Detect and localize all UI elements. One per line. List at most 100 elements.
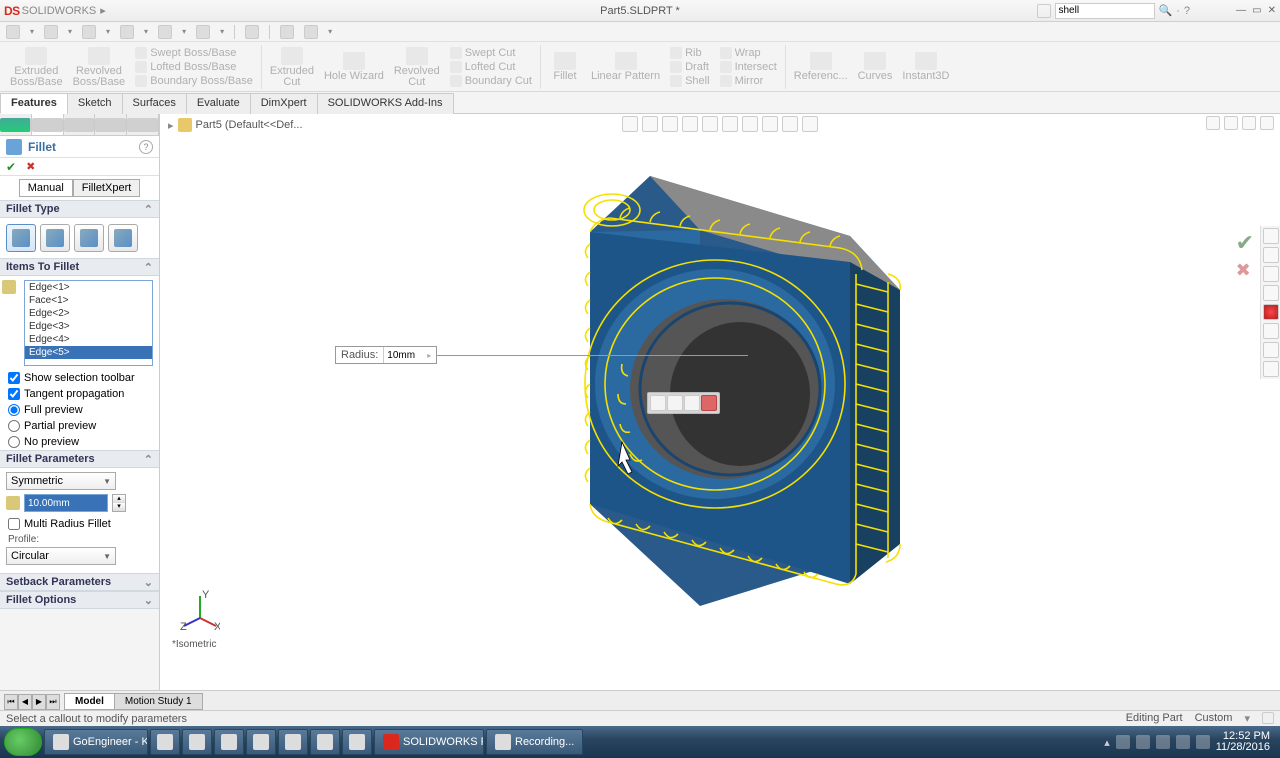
- radio-no-preview[interactable]: [8, 436, 20, 448]
- tab-features[interactable]: Features: [0, 93, 68, 114]
- ribbon-feat-list2[interactable]: Wrap Intersect Mirror: [716, 47, 781, 87]
- tray-battery-icon[interactable]: [1196, 735, 1210, 749]
- section-items[interactable]: Items To Fillet⌃: [0, 258, 159, 276]
- fillet-type-full[interactable]: [108, 224, 138, 252]
- radio-full-preview[interactable]: [8, 404, 20, 416]
- symmetric-dropdown[interactable]: Symmetric▼: [6, 472, 116, 490]
- tab-addins[interactable]: SOLIDWORKS Add-Ins: [317, 93, 454, 114]
- taskbar-item[interactable]: [214, 729, 244, 755]
- pm-tab-property[interactable]: [32, 114, 64, 135]
- section-setback[interactable]: Setback Parameters⌄: [0, 573, 159, 591]
- ribbon-feat-list1[interactable]: Rib Draft Shell: [666, 47, 713, 87]
- pm-ok-button[interactable]: ✔: [6, 160, 16, 174]
- pm-help-icon[interactable]: ?: [139, 140, 153, 154]
- profile-dropdown[interactable]: Circular▼: [6, 547, 116, 565]
- radius-spinner[interactable]: ▴▾: [112, 494, 126, 512]
- section-fillet-type[interactable]: Fillet Type⌃: [0, 200, 159, 218]
- options-icon[interactable]: [280, 25, 294, 39]
- search-target-icon[interactable]: [1037, 4, 1051, 18]
- ribbon-revolved-boss[interactable]: RevolvedBoss/Base: [69, 47, 130, 87]
- taskpane-custom-props-icon[interactable]: [1263, 323, 1279, 339]
- undo-icon[interactable]: [158, 25, 172, 39]
- pm-tab-display[interactable]: [127, 114, 159, 135]
- ribbon-extruded-boss[interactable]: ExtrudedBoss/Base: [6, 47, 67, 87]
- close-button[interactable]: ✕: [1268, 5, 1276, 16]
- ctx-btn-1[interactable]: [650, 395, 666, 411]
- settings-icon[interactable]: [304, 25, 318, 39]
- taskbar-item[interactable]: [278, 729, 308, 755]
- section-options[interactable]: Fillet Options⌄: [0, 591, 159, 609]
- section-params[interactable]: Fillet Parameters⌃: [0, 450, 159, 468]
- ribbon-linear-pattern[interactable]: Linear Pattern: [587, 52, 664, 81]
- tab-model[interactable]: Model: [64, 693, 115, 710]
- select-icon[interactable]: [196, 25, 210, 39]
- radius-callout[interactable]: Radius: ▸: [335, 346, 437, 364]
- rebuild-icon[interactable]: [245, 25, 259, 39]
- tab-evaluate[interactable]: Evaluate: [186, 93, 251, 114]
- doc-close-icon[interactable]: [1260, 116, 1274, 130]
- open-icon[interactable]: [44, 25, 58, 39]
- taskpane-resources-icon[interactable]: [1263, 228, 1279, 244]
- radio-partial-preview[interactable]: [8, 420, 20, 432]
- taskpane-appearances-icon[interactable]: [1263, 304, 1279, 320]
- taskbar-item[interactable]: [246, 729, 276, 755]
- tray-network-icon[interactable]: [1156, 735, 1170, 749]
- save-icon[interactable]: [82, 25, 96, 39]
- pm-tab-config[interactable]: [64, 114, 96, 135]
- ctx-close-icon[interactable]: [701, 395, 717, 411]
- callout-input[interactable]: [384, 347, 422, 363]
- tray-action-icon[interactable]: [1176, 735, 1190, 749]
- tab-dimxpert[interactable]: DimXpert: [250, 93, 318, 114]
- taskbar-item-recording[interactable]: Recording...: [486, 729, 583, 755]
- tab-motion-study[interactable]: Motion Study 1: [114, 693, 203, 710]
- ribbon-reference[interactable]: Referenc...: [790, 52, 852, 81]
- new-icon[interactable]: [6, 25, 20, 39]
- fillet-type-variable[interactable]: [40, 224, 70, 252]
- search-icon[interactable]: 🔍: [1159, 4, 1173, 17]
- print-icon[interactable]: [120, 25, 134, 39]
- tray-icon[interactable]: [1116, 735, 1130, 749]
- tab-sketch[interactable]: Sketch: [67, 93, 123, 114]
- ribbon-curves[interactable]: Curves: [854, 52, 897, 81]
- chk-multi-radius[interactable]: [8, 518, 20, 530]
- tab-nav-prev[interactable]: ◀: [18, 694, 32, 710]
- items-selector-icon[interactable]: [2, 280, 16, 294]
- taskbar-item-solidworks[interactable]: SOLIDWORKS P...: [374, 729, 484, 755]
- orientation-triad[interactable]: Y X Z: [180, 590, 220, 630]
- system-tray[interactable]: ▴ 12:52 PM 11/28/2016: [1104, 731, 1276, 753]
- taskbar-item[interactable]: [150, 729, 180, 755]
- chk-tangent[interactable]: [8, 388, 20, 400]
- minimize-button[interactable]: —: [1236, 5, 1246, 16]
- taskbar-item[interactable]: [342, 729, 372, 755]
- taskbar-item[interactable]: [310, 729, 340, 755]
- taskpane-forum-icon[interactable]: [1263, 342, 1279, 358]
- help-icon[interactable]: ?: [1184, 5, 1190, 17]
- ctx-btn-2[interactable]: [667, 395, 683, 411]
- restore-button[interactable]: ▭: [1252, 5, 1261, 16]
- taskbar-item[interactable]: GoEngineer - K...: [44, 729, 148, 755]
- fillet-type-face[interactable]: [74, 224, 104, 252]
- graphics-viewport[interactable]: ▸Part5 (Default<<Def... ✔ ✖: [160, 114, 1280, 690]
- status-icon[interactable]: [1262, 712, 1274, 724]
- status-units[interactable]: Custom: [1195, 712, 1233, 725]
- taskpane-file-explorer-icon[interactable]: [1263, 266, 1279, 282]
- ribbon-cut-list[interactable]: Swept Cut Lofted Cut Boundary Cut: [446, 47, 536, 87]
- ribbon-revolved-cut[interactable]: RevolvedCut: [390, 47, 444, 87]
- pm-cancel-button[interactable]: ✖: [26, 160, 35, 173]
- radius-input[interactable]: [24, 494, 108, 512]
- ribbon-hole-wizard[interactable]: Hole Wizard: [320, 52, 388, 81]
- search-input[interactable]: [1055, 3, 1155, 19]
- fillet-type-constant[interactable]: [6, 224, 36, 252]
- pm-tab-dim[interactable]: [95, 114, 127, 135]
- pm-tab-feature[interactable]: [0, 114, 32, 135]
- chk-selection-toolbar[interactable]: [8, 372, 20, 384]
- start-button[interactable]: [4, 728, 42, 756]
- taskpane-flyout-icon[interactable]: [1263, 361, 1279, 377]
- ctx-btn-3[interactable]: [684, 395, 700, 411]
- taskpane-design-library-icon[interactable]: [1263, 247, 1279, 263]
- tab-nav-last[interactable]: ⏭: [46, 694, 60, 710]
- tab-nav-next[interactable]: ▶: [32, 694, 46, 710]
- ribbon-instant3d[interactable]: Instant3D: [898, 52, 953, 81]
- tab-nav-first[interactable]: ⏮: [4, 694, 18, 710]
- taskpane-view-palette-icon[interactable]: [1263, 285, 1279, 301]
